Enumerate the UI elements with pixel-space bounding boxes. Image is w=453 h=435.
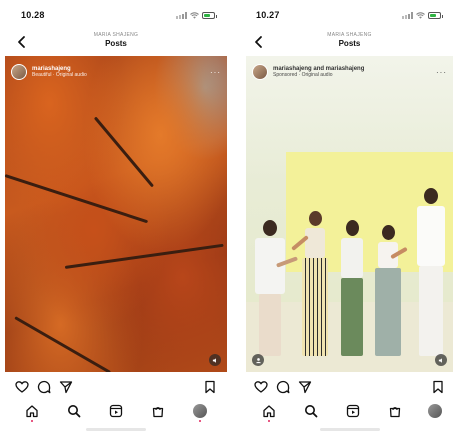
page-title: Posts [105,39,127,48]
status-bar: 10.27 [246,10,453,24]
send-icon[interactable] [298,380,312,394]
post-meta: mariashajeng and mariashajeng Sponsored … [273,66,364,78]
header-username: MARIA SHAJENG [327,32,372,38]
status-bar: 10.28 [5,10,227,24]
home-indicator [319,428,380,431]
status-icons [402,12,443,19]
bookmark-icon[interactable] [431,380,445,394]
wifi-icon [416,12,425,19]
notification-dot [268,420,270,422]
header-titles: MARIA SHAJENG Posts [246,32,453,48]
wifi-icon [190,12,199,19]
bottom-tab-bar [246,402,453,422]
more-options-icon[interactable]: ··· [436,68,447,77]
top-nav: MARIA SHAJENG Posts [246,32,453,54]
bottom-tab-bar [5,402,227,422]
status-icons [176,12,217,19]
more-options-icon[interactable]: ··· [210,68,221,77]
dancer-figure [336,220,368,356]
comment-icon[interactable] [276,380,290,394]
signal-icon [176,12,187,19]
phone-screen-left: 10.28 MARIA SHAJENG Posts mariashajeng B… [5,0,227,435]
status-time: 10.28 [21,10,45,20]
post-header: mariashajeng Beautiful · Original audio … [11,62,221,82]
dancer-figure [291,211,332,356]
author-avatar[interactable] [252,64,268,80]
send-icon[interactable] [59,380,73,394]
comment-icon[interactable] [37,380,51,394]
post-image-autumn-tree[interactable]: mariashajeng Beautiful · Original audio … [5,56,227,372]
author-avatar[interactable] [11,64,27,80]
shop-icon[interactable] [388,404,402,418]
mute-icon[interactable] [209,354,221,366]
post-meta: mariashajeng Beautiful · Original audio [32,66,87,78]
notification-dot [199,420,201,422]
shop-icon[interactable] [151,404,165,418]
tree-branch [5,174,149,224]
home-icon[interactable] [25,404,39,418]
tree-branch [14,316,112,372]
dancer-figure [414,188,448,356]
search-icon[interactable] [67,404,81,418]
header-titles: MARIA SHAJENG Posts [5,32,227,48]
page-title: Posts [338,39,361,48]
bookmark-icon[interactable] [203,380,217,394]
tagged-people-icon[interactable] [252,354,264,366]
post-header: mariashajeng and mariashajeng Sponsored … [252,62,447,82]
notification-dot [31,420,33,422]
home-indicator [86,428,146,431]
heart-icon[interactable] [254,380,268,394]
avatar[interactable] [193,404,207,418]
avatar[interactable] [428,404,442,418]
battery-icon [202,12,217,19]
signal-icon [402,12,413,19]
dancer-figure [252,220,299,356]
search-icon[interactable] [304,404,318,418]
post-audio[interactable]: Sponsored · Original audio [273,72,364,79]
home-icon[interactable] [262,404,276,418]
dancer-figure [370,225,408,356]
tree-branch [93,116,154,188]
reels-icon[interactable] [346,404,360,418]
phone-screen-right: 10.27 MARIA SHAJENG Posts mariashajeng a… [246,0,453,435]
battery-icon [428,12,443,19]
post-video-dancers[interactable]: mariashajeng and mariashajeng Sponsored … [246,56,453,372]
post-actions [5,378,227,396]
mute-icon[interactable] [435,354,447,366]
tree-branch [64,243,224,269]
reels-icon[interactable] [109,404,123,418]
header-username: MARIA SHAJENG [93,32,139,38]
status-time: 10.27 [256,10,280,20]
post-audio[interactable]: Beautiful · Original audio [32,72,87,79]
top-nav: MARIA SHAJENG Posts [5,32,227,54]
heart-icon[interactable] [15,380,29,394]
post-actions [246,378,453,396]
